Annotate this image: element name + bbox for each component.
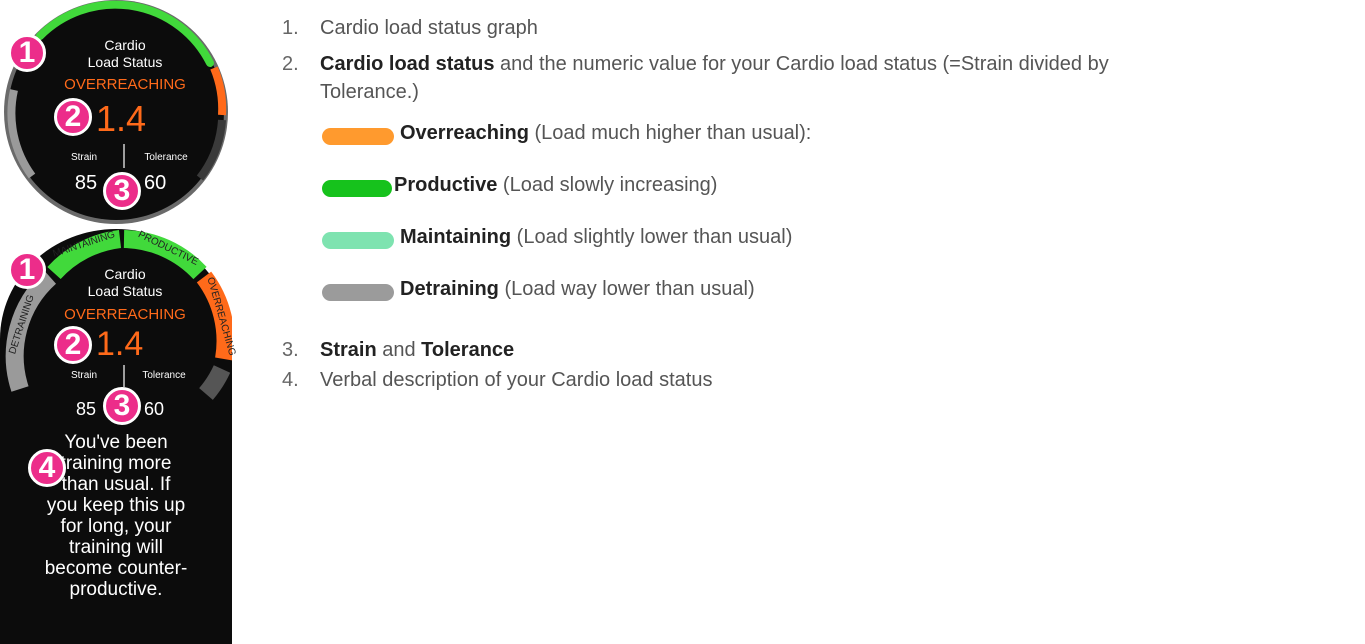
strain-label: Strain — [70, 152, 98, 163]
legend-name: Overreaching — [400, 122, 529, 144]
strain-value: 85 — [75, 399, 97, 419]
status-text: OVERREACHING — [64, 76, 186, 93]
tolerance-label: Tolerance — [144, 152, 188, 163]
list-number: 3. — [282, 339, 299, 361]
legend-name: Maintaining — [400, 226, 512, 248]
list-item-2: 2. Cardio load status and the numeric va… — [282, 50, 1352, 106]
watch-title-line1: Cardio — [104, 37, 146, 53]
callout-marker-4: 4 — [28, 449, 66, 487]
description-line: for long, your — [60, 516, 172, 537]
list-text-cont: Tolerance.) — [320, 81, 419, 103]
load-value: 1.4 — [96, 325, 144, 363]
watch-face-scroll: DETRAINING MAINTAINING PRODUCTIVE OVERRE… — [0, 229, 237, 644]
list-number: 1. — [282, 17, 299, 39]
productive-swatch — [322, 180, 392, 197]
description-line: become counter- — [44, 558, 188, 579]
tolerance-term: Tolerance — [421, 339, 515, 361]
list-number: 2. — [282, 53, 299, 75]
tolerance-label: Tolerance — [142, 370, 186, 381]
watch-face-round: Cardio Load Status OVERREACHING 1.4 Stra… — [0, 0, 232, 228]
maintaining-swatch — [322, 232, 394, 249]
description-line: you keep this up — [46, 495, 186, 516]
legend-productive: Productive (Load slowly increasing) — [322, 174, 1352, 226]
legend-desc: (Load slightly lower than usual) — [511, 226, 793, 248]
legend-desc: (Load slowly increasing) — [497, 174, 718, 196]
detraining-swatch — [322, 284, 394, 301]
watch-title-line2: Load Status — [87, 54, 163, 70]
list-item-3: 3. Strain and Tolerance — [282, 336, 1352, 364]
description-line: training will — [69, 537, 163, 558]
legend-desc: (Load way lower than usual) — [498, 278, 755, 300]
list-text: and the numeric value for your Cardio lo… — [494, 53, 1109, 75]
list-text: Verbal description of your Cardio load s… — [320, 369, 713, 391]
legend-list: 1. Cardio load status graph 2. Cardio lo… — [282, 14, 1352, 394]
legend-detraining: Detraining (Load way lower than usual) — [322, 278, 1352, 330]
callout-marker-1: 1 — [8, 34, 46, 72]
tolerance-value: 60 — [144, 172, 167, 194]
legend-name: Productive — [394, 174, 498, 196]
watch-title-line1: Cardio — [104, 266, 146, 282]
strain-label: Strain — [70, 370, 98, 381]
list-number: 4. — [282, 369, 299, 391]
callout-marker-3: 3 — [103, 172, 141, 210]
legend-name: Detraining — [400, 278, 499, 300]
callout-marker-3: 3 — [103, 387, 141, 425]
strain-value: 85 — [74, 172, 98, 194]
overreaching-swatch — [322, 128, 394, 145]
legend-maintaining: Maintaining (Load slightly lower than us… — [322, 226, 1352, 278]
list-text: Cardio load status graph — [320, 17, 538, 39]
legend-overreaching: Overreaching (Load much higher than usua… — [322, 122, 1352, 174]
legend-desc: (Load much higher than usual): — [528, 122, 812, 144]
callout-marker-2: 2 — [54, 98, 92, 136]
status-text: OVERREACHING — [64, 306, 186, 323]
tolerance-value: 60 — [144, 399, 165, 419]
watch-title-line2: Load Status — [87, 283, 163, 299]
description-line: productive. — [69, 579, 163, 600]
list-item-1: 1. Cardio load status graph — [282, 14, 1352, 42]
load-value: 1.4 — [96, 98, 147, 139]
callout-marker-1: 1 — [8, 251, 46, 289]
strain-term: Strain — [320, 339, 377, 361]
callout-marker-2: 2 — [54, 326, 92, 364]
list-text: and — [376, 339, 422, 361]
list-item-4: 4. Verbal description of your Cardio loa… — [282, 366, 1352, 394]
list-bold-term: Cardio load status — [320, 53, 495, 75]
